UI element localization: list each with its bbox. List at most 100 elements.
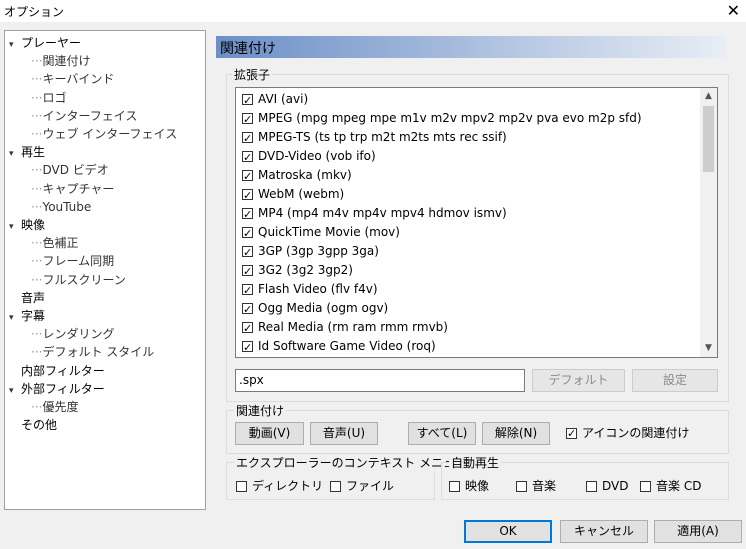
tree-item[interactable]: ···インターフェイス — [31, 107, 137, 125]
select-all-button[interactable]: すべて(L) — [408, 422, 476, 445]
explorer-group-label: エクスプローラーのコンテキスト メニュー — [234, 454, 470, 471]
autoplay-cd-check-icon[interactable] — [640, 481, 651, 492]
tree-item[interactable]: ···DVD ビデオ — [31, 161, 109, 179]
tree-item[interactable]: ···ロゴ — [31, 89, 66, 107]
clear-button[interactable]: 解除(N) — [482, 422, 550, 445]
tree-item[interactable]: ···優先度 — [31, 398, 78, 416]
extension-label: MPEG (mpg mpeg mpe m1v m2v mpv2 mp2v pva… — [258, 111, 642, 125]
autoplay-video-check-icon[interactable] — [449, 481, 460, 492]
extension-check-icon[interactable] — [242, 224, 253, 243]
tree-connector: ··· — [31, 254, 43, 269]
extension-item[interactable]: Ogg Media (ogm ogv) — [242, 299, 388, 319]
extension-label: 3G2 (3g2 3gp2) — [258, 263, 353, 277]
video-button[interactable]: 動画(V) — [235, 422, 304, 445]
scroll-thumb[interactable] — [703, 106, 714, 172]
extension-item[interactable]: 3G2 (3g2 3gp2) — [242, 261, 353, 281]
tree-item[interactable]: ···キャプチャー — [31, 180, 114, 198]
options-tree[interactable]: ▾ プレーヤー ···関連付け ···キーバインド ···ロゴ ···インターフェイス ··… — [4, 30, 206, 510]
tree-item[interactable]: ▾ プレーヤー — [9, 34, 81, 52]
extension-item[interactable]: WebM (webm) — [242, 185, 344, 205]
extension-item[interactable]: Matroska (mkv) — [242, 166, 352, 186]
extension-item[interactable]: Flash Video (flv f4v) — [242, 280, 378, 300]
extension-item[interactable]: AVI (avi) — [242, 90, 308, 110]
tree-item[interactable]: ▾ 外部フィルター — [9, 380, 105, 398]
file-label: ファイル — [346, 479, 395, 493]
tree-item[interactable]: ···キーバインド — [31, 70, 114, 88]
audio-button[interactable]: 音声(U) — [310, 422, 378, 445]
autoplay-video-checkbox[interactable]: 映像 — [449, 477, 489, 495]
tree-item-label: フルスクリーン — [42, 272, 126, 287]
extension-item[interactable]: 3GP (3gp 3gpp 3ga) — [242, 242, 379, 262]
autoplay-music-check-icon[interactable] — [516, 481, 527, 492]
extension-check-icon[interactable] — [242, 91, 253, 110]
apply-button[interactable]: 適用(A) — [654, 520, 742, 543]
default-button[interactable]: デフォルト — [532, 369, 625, 392]
extension-check-icon[interactable] — [242, 148, 253, 167]
file-check-icon[interactable] — [330, 481, 341, 492]
expand-icon[interactable]: ▾ — [9, 309, 21, 327]
icon-association-label: アイコンの関連付け — [582, 426, 690, 440]
extension-check-icon[interactable] — [242, 281, 253, 300]
settings-button[interactable]: 設定 — [632, 369, 718, 392]
icon-association-check-icon[interactable] — [566, 425, 577, 443]
ok-button[interactable]: OK — [464, 520, 552, 543]
tree-item[interactable]: ···ウェブ インターフェイス — [31, 125, 177, 143]
tree-item[interactable]: ▾ 映像 — [9, 216, 45, 234]
directory-checkbox[interactable]: ディレクトリ — [236, 477, 323, 495]
tree-item[interactable]: ···レンダリング — [31, 325, 114, 343]
tree-item-label: インターフェイス — [42, 108, 138, 123]
tree-item[interactable]: ···色補正 — [31, 234, 78, 252]
extension-check-icon[interactable] — [242, 205, 253, 224]
autoplay-dvd-checkbox[interactable]: DVD — [586, 477, 628, 495]
tree-item[interactable]: ···フレーム同期 — [31, 252, 114, 270]
tree-item[interactable]: ▾ 字幕 — [9, 307, 45, 325]
extension-check-icon[interactable] — [242, 319, 253, 338]
extension-item[interactable]: Real Media (rm ram rmm rmvb) — [242, 318, 448, 338]
tree-item[interactable]: 内部フィルター — [9, 362, 105, 380]
extension-check-icon[interactable] — [242, 110, 253, 129]
tree-item[interactable]: ···関連付け — [31, 52, 90, 70]
file-checkbox[interactable]: ファイル — [330, 477, 394, 495]
close-icon[interactable]: ✕ — [727, 1, 740, 20]
extension-check-icon[interactable] — [242, 300, 253, 319]
extension-item[interactable]: QuickTime Movie (mov) — [242, 223, 400, 243]
extension-label: QuickTime Movie (mov) — [258, 225, 400, 239]
extension-check-icon[interactable] — [242, 262, 253, 281]
extension-check-icon[interactable] — [242, 338, 253, 357]
expand-icon[interactable]: ▾ — [9, 145, 21, 163]
extension-label: Matroska (mkv) — [258, 168, 352, 182]
tree-item[interactable]: ···フルスクリーン — [31, 271, 126, 289]
tree-item-label: キーバインド — [42, 72, 115, 87]
tree-item-label: 色補正 — [42, 236, 79, 251]
tree-item[interactable]: ···YouTube — [31, 198, 91, 216]
autoplay-dvd-check-icon[interactable] — [586, 481, 597, 492]
scroll-up-icon[interactable]: ▲ — [700, 88, 717, 105]
icon-association-checkbox[interactable]: アイコンの関連付け — [566, 424, 690, 443]
expand-icon[interactable]: ▾ — [9, 36, 21, 54]
scroll-down-icon[interactable]: ▼ — [700, 340, 717, 357]
extension-check-icon[interactable] — [242, 243, 253, 262]
tree-connector: ··· — [31, 163, 43, 178]
extension-item[interactable]: MPEG-TS (ts tp trp m2t m2ts mts rec ssif… — [242, 128, 507, 148]
expand-icon[interactable]: ▾ — [9, 382, 21, 400]
extension-input[interactable]: .spx — [235, 369, 525, 392]
extensions-list[interactable]: ▲ ▼ AVI (avi) MPEG (mpg mpeg mpe m1v m2v … — [235, 87, 718, 358]
extension-check-icon[interactable] — [242, 167, 253, 186]
extension-item[interactable]: MPEG (mpg mpeg mpe m1v m2v mpv2 mp2v pva… — [242, 109, 642, 129]
tree-item[interactable]: その他 — [9, 416, 57, 434]
autoplay-cd-checkbox[interactable]: 音楽 CD — [640, 477, 701, 495]
tree-item[interactable]: ···デフォルト スタイル — [31, 343, 154, 361]
extension-check-icon[interactable] — [242, 186, 253, 205]
extension-item[interactable]: MP4 (mp4 m4v mp4v mpv4 hdmov ismv) — [242, 204, 507, 224]
extension-label: 3GP (3gp 3gpp 3ga) — [258, 244, 379, 258]
extension-check-icon[interactable] — [242, 129, 253, 148]
tree-item[interactable]: 音声 — [9, 289, 45, 307]
extension-item[interactable]: Id Software Game Video (roq) — [242, 337, 436, 357]
cancel-button[interactable]: キャンセル — [560, 520, 648, 543]
directory-check-icon[interactable] — [236, 481, 247, 492]
expand-icon[interactable]: ▾ — [9, 218, 21, 236]
extension-item[interactable]: DVD-Video (vob ifo) — [242, 147, 376, 167]
autoplay-music-checkbox[interactable]: 音楽 — [516, 477, 556, 495]
tree-item[interactable]: ▾ 再生 — [9, 143, 45, 161]
extensions-scrollbar[interactable]: ▲ ▼ — [700, 88, 717, 357]
